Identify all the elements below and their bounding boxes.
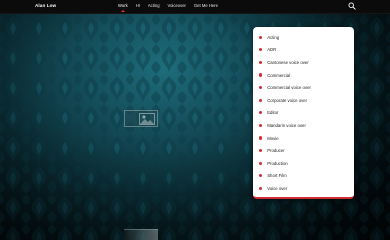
bullet-icon	[259, 136, 263, 140]
dropdown-item-label: Cantonese voice over	[267, 59, 309, 65]
dropdown-item-label: Acting	[267, 34, 280, 40]
dropdown-item-voice-over[interactable]: Voice over	[253, 182, 354, 195]
bullet-icon	[259, 35, 263, 39]
dropdown-item-movie[interactable]: Movie	[253, 132, 354, 145]
bullet-icon	[259, 111, 263, 115]
dropdown-item-commercial-voice-over[interactable]: Commercial voice over	[253, 81, 354, 94]
media-thumbnail[interactable]	[124, 110, 158, 127]
dropdown-item-label: Short Film	[267, 173, 287, 179]
top-navigation-bar: Alan Low Work HI Acting Voiceover Get Me…	[0, 0, 390, 14]
dropdown-item-label: Commercial	[267, 72, 291, 78]
dropdown-item-editor[interactable]: Editor	[253, 107, 354, 120]
media-thumbnail-bottom[interactable]	[124, 229, 158, 240]
dropdown-item-commercial[interactable]: Commercial	[253, 69, 354, 82]
bullet-icon	[259, 161, 263, 165]
nav-item-work[interactable]: Work	[118, 3, 128, 8]
dropdown-item-corporate-voice-over[interactable]: Corporate voice over	[253, 94, 354, 107]
dropdown-item-producer[interactable]: Producer	[253, 144, 354, 157]
nav-item-acting[interactable]: Acting	[148, 3, 160, 8]
dropdown-item-label: Corporate voice over	[267, 97, 308, 103]
dropdown-item-production[interactable]: Production	[253, 157, 354, 170]
bullet-icon	[259, 48, 263, 52]
dropdown-item-label: Voice over	[267, 185, 288, 191]
dropdown-item-label: Commercial voice over	[267, 85, 311, 91]
bullet-icon	[259, 186, 263, 191]
nav-item-get-me-here[interactable]: Get Me Here	[194, 3, 218, 8]
nav-item-voiceover[interactable]: Voiceover	[168, 3, 186, 8]
category-dropdown-menu: Acting ADR Cantonese voice over Commerci…	[253, 27, 354, 199]
dropdown-item-mandarin-voice-over[interactable]: Mandarin voice over	[253, 119, 354, 132]
image-placeholder-icon	[139, 113, 155, 125]
dropdown-item-cantonese-voice-over[interactable]: Cantonese voice over	[253, 56, 354, 69]
dropdown-item-label: Production	[267, 160, 288, 166]
dropdown-item-label: ADR	[267, 47, 277, 53]
dropdown-item-label: Mandarin voice over	[267, 122, 306, 128]
bullet-icon	[259, 149, 263, 153]
dropdown-item-label: Movie	[267, 135, 279, 141]
bullet-icon	[259, 174, 263, 178]
dropdown-item-acting[interactable]: Acting	[253, 31, 354, 44]
search-icon[interactable]	[348, 2, 356, 10]
bullet-icon	[259, 123, 263, 128]
dropdown-item-label: Editor	[267, 110, 279, 116]
nav-item-hi[interactable]: HI	[136, 3, 140, 8]
brand-logo[interactable]: Alan Low	[35, 3, 56, 8]
dropdown-item-adr[interactable]: ADR	[253, 44, 354, 57]
bullet-icon	[259, 98, 263, 102]
dropdown-item-label: Producer	[267, 148, 285, 154]
bullet-icon	[259, 73, 263, 77]
dropdown-item-short-film[interactable]: Short Film	[253, 170, 354, 183]
bullet-icon	[259, 86, 263, 90]
main-nav: Work HI Acting Voiceover Get Me Here	[118, 3, 218, 8]
bullet-icon	[259, 60, 263, 65]
